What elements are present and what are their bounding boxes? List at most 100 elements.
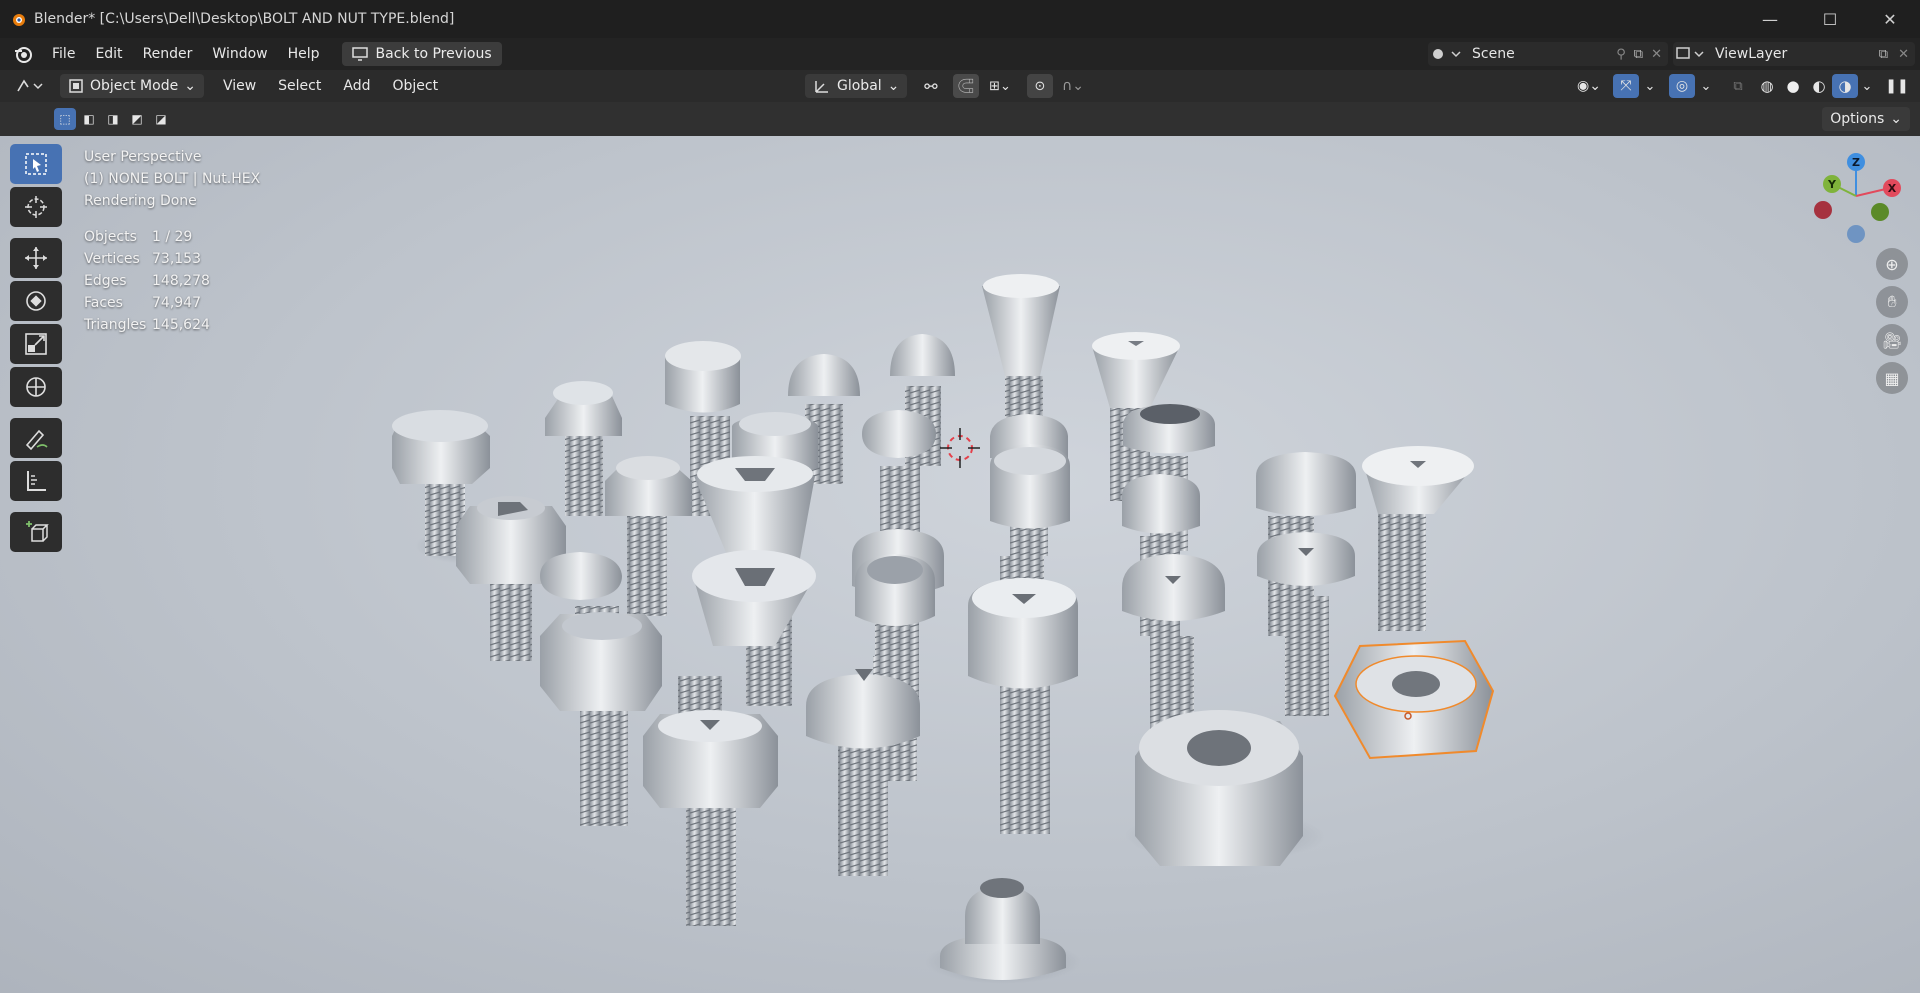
header-menu-view[interactable]: View [212, 78, 267, 94]
cursor-tool[interactable] [10, 187, 62, 227]
title-bar: Blender* [C:\Users\Dell\Desktop\BOLT AND… [0, 0, 1920, 38]
select-intersect-icon[interactable]: ◪ [150, 108, 172, 130]
neg-x-axis-icon[interactable] [1814, 201, 1832, 219]
add-cube-icon [26, 521, 49, 542]
falloff-icon[interactable]: ∩⌄ [1056, 74, 1090, 98]
minimize-icon[interactable]: — [1740, 0, 1800, 38]
selection-mode-group: ⬚ ◧ ◨ ◩ ◪ [54, 108, 172, 130]
active-object-label: (1) NONE BOLT | Nut.HEX [84, 171, 261, 187]
neg-z-axis-icon[interactable] [1847, 225, 1865, 243]
new-view-layer-icon[interactable]: ⧉ [1879, 47, 1888, 62]
object-mode-icon [69, 79, 83, 93]
measure-tool[interactable] [10, 461, 62, 501]
select-box-tool[interactable] [10, 144, 62, 184]
pivot-point-icon[interactable]: ⚯ [915, 74, 947, 98]
back-to-previous-button[interactable]: Back to Previous [341, 42, 502, 66]
menu-edit[interactable]: Edit [85, 46, 132, 62]
camera-view-icon[interactable]: 🎥︎ [1876, 324, 1908, 356]
scene-render [392, 274, 1495, 984]
perspective-toggle-icon[interactable]: ▦ [1876, 362, 1908, 394]
3d-viewport[interactable]: User Perspective (1) NONE BOLT | Nut.HEX… [0, 136, 1920, 993]
options-label: Options [1830, 111, 1885, 127]
new-scene-icon[interactable]: ⧉ [1634, 47, 1643, 62]
editor-type-icon[interactable] [10, 74, 50, 98]
options-dropdown[interactable]: Options ⌄ [1822, 107, 1910, 131]
remove-view-layer-icon[interactable]: ✕ [1898, 47, 1909, 62]
viewport-info-overlay: User Perspective (1) NONE BOLT | Nut.HEX… [84, 146, 260, 336]
back-label: Back to Previous [375, 46, 492, 62]
maximize-icon[interactable]: ☐ [1800, 0, 1860, 38]
rotate-tool[interactable] [10, 281, 62, 321]
scene-statistics: Objects 1 / 29 Vertices 73,153 Edges 148,27… [84, 226, 260, 336]
view-layer-icon [1676, 47, 1704, 59]
scene-icon [1433, 49, 1461, 59]
chevron-down-icon[interactable]: ⌄ [1858, 74, 1876, 98]
select-extend-icon[interactable]: ◧ [78, 108, 100, 130]
navigation-gizmo[interactable]: Z X Y [1808, 150, 1902, 250]
window-title: Blender* [C:\Users\Dell\Desktop\BOLT AND… [34, 11, 455, 27]
select-new-icon[interactable]: ⬚ [54, 108, 76, 130]
menu-help[interactable]: Help [278, 46, 330, 62]
chevron-down-icon: ⌄ [184, 78, 196, 94]
wireframe-shading-icon[interactable]: ◍ [1754, 74, 1780, 98]
render-status-label: Rendering Done [84, 193, 197, 209]
gizmo-toggle-icon[interactable]: ⤧ [1613, 74, 1639, 98]
visibility-icon[interactable]: ◉⌄ [1570, 74, 1608, 98]
perspective-label: User Perspective [84, 149, 202, 165]
overlay-toggle-icon[interactable]: ◎ [1669, 74, 1695, 98]
blender-logo-icon [13, 14, 25, 26]
stat-row: Faces 74,947 [84, 295, 201, 311]
menu-file[interactable]: File [42, 46, 85, 62]
transform-tool[interactable] [10, 367, 62, 407]
stat-row: Triangles 145,624 [84, 317, 210, 333]
material-shading-icon[interactable]: ◐ [1806, 74, 1832, 98]
select-invert-icon[interactable]: ◩ [126, 108, 148, 130]
window-controls: — ☐ ✕ [1740, 0, 1920, 38]
stat-row: Edges 148,278 [84, 273, 210, 289]
select-subtract-icon[interactable]: ◨ [102, 108, 124, 130]
transform-orientation-dropdown[interactable]: Global ⌄ [805, 74, 908, 98]
mode-label: Object Mode [90, 78, 179, 94]
svg-text:X: X [1888, 182, 1897, 195]
blender-menu-icon[interactable] [12, 43, 34, 65]
screen-icon [351, 47, 368, 61]
header-menu-add[interactable]: Add [332, 78, 381, 94]
solid-shading-icon[interactable]: ● [1780, 74, 1806, 98]
annotate-icon [25, 429, 48, 451]
view-layer-selector[interactable]: ViewLayer ⧉ ✕ [1673, 42, 1915, 66]
xray-toggle-icon[interactable]: ⧉ [1725, 74, 1751, 98]
header-menu-object[interactable]: Object [381, 78, 449, 94]
rendered-shading-icon[interactable]: ◑ [1832, 74, 1858, 98]
svg-text:Y: Y [1827, 178, 1837, 191]
close-icon[interactable]: ✕ [1860, 0, 1920, 38]
mode-dropdown[interactable]: Object Mode ⌄ [60, 74, 204, 98]
add-cube-tool[interactable] [10, 512, 62, 552]
zoom-icon[interactable]: ⊕ [1876, 248, 1908, 280]
tool-shelf [10, 144, 62, 555]
move-icon [25, 247, 47, 269]
pan-hand-icon[interactable]: ✋︎ [1876, 286, 1908, 318]
menu-render[interactable]: Render [133, 46, 203, 62]
viewport-header: Object Mode ⌄ View Select Add Object Glo… [0, 70, 1920, 102]
rotate-icon [26, 291, 46, 311]
pin-icon[interactable]: ⚲ [1616, 47, 1626, 62]
scale-tool[interactable] [10, 324, 62, 364]
move-tool[interactable] [10, 238, 62, 278]
snap-toggle-icon[interactable]: 🧲︎ [953, 74, 979, 98]
stat-row: Objects 1 / 29 [84, 229, 193, 245]
neg-y-axis-icon[interactable] [1871, 203, 1889, 221]
annotate-tool[interactable] [10, 418, 62, 458]
chevron-down-icon[interactable]: ⌄ [1641, 74, 1659, 98]
chevron-down-icon: ⌄ [887, 78, 900, 94]
scene-selector[interactable]: Scene ⚲ ⧉ ✕ [1428, 42, 1668, 66]
chevron-down-icon[interactable]: ⌄ [1697, 74, 1715, 98]
cursor-icon [25, 196, 47, 218]
view-layer-name: ViewLayer [1715, 46, 1788, 62]
header-menu-select[interactable]: Select [267, 78, 332, 94]
remove-scene-icon[interactable]: ✕ [1651, 47, 1662, 62]
menu-window[interactable]: Window [202, 46, 277, 62]
snap-target-icon[interactable]: ⊞⌄ [982, 74, 1018, 98]
pause-render-icon[interactable]: ❚❚ [1884, 74, 1910, 98]
select-box-icon [25, 153, 47, 175]
proportional-editing-icon[interactable]: ⊙ [1027, 74, 1053, 98]
